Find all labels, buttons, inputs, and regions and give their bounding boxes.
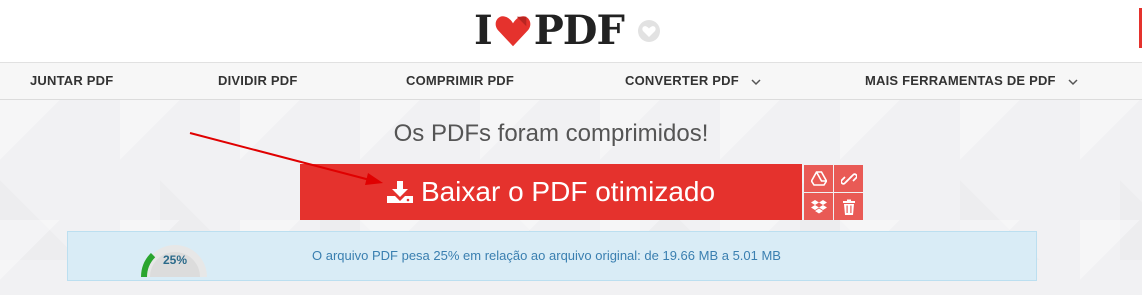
nav-item-label: DIVIDIR PDF <box>218 73 298 88</box>
google-drive-button[interactable] <box>804 165 833 192</box>
nav-item-label: COMPRIMIR PDF <box>406 73 515 88</box>
ilovepdf-logo[interactable]: I PDF <box>474 7 625 54</box>
logo-text-left: I <box>474 7 493 54</box>
download-icon <box>386 181 413 203</box>
dropbox-button[interactable] <box>804 193 833 220</box>
nav-item-juntar-pdf[interactable]: JUNTAR PDF <box>30 63 113 99</box>
download-button[interactable]: Baixar o PDF otimizado <box>300 164 802 220</box>
nav-item-label: JUNTAR PDF <box>30 73 114 88</box>
page-title: Os PDFs foram comprimidos! <box>393 120 709 147</box>
logo-text-right: PDF <box>533 7 625 54</box>
chevron-down-icon <box>1067 79 1078 85</box>
download-button-label: Baixar o PDF otimizado <box>420 176 716 207</box>
nav-item-converter-pdf[interactable]: CONVERTER PDF <box>625 63 761 99</box>
nav-item-label: CONVERTER PDF <box>625 73 739 88</box>
nav-item-dividir-pdf[interactable]: DIVIDIR PDF <box>218 63 297 99</box>
compression-message: O arquivo PDF pesa 25% em relação ao arq… <box>312 248 781 263</box>
trash-icon <box>842 199 855 215</box>
nav-item-label: MAIS FERRAMENTAS DE PDF <box>865 73 1056 88</box>
main-nav: JUNTAR PDF DIVIDIR PDF COMPRIMIR PDF CON… <box>0 62 1142 100</box>
share-link-button[interactable] <box>834 165 863 192</box>
google-drive-icon <box>810 170 827 186</box>
dropbox-icon <box>810 199 827 213</box>
delete-button[interactable] <box>834 193 863 220</box>
link-icon <box>840 172 857 185</box>
nav-item-mais-ferramentas[interactable]: MAIS FERRAMENTAS DE PDF <box>865 63 1078 99</box>
header: I PDF <box>0 0 1142 62</box>
heart-icon <box>495 16 531 47</box>
heart-globe-icon[interactable] <box>637 19 661 43</box>
nav-item-comprimir-pdf[interactable]: COMPRIMIR PDF <box>406 63 514 99</box>
chevron-down-icon <box>751 79 761 85</box>
compression-percent-label: 25% <box>162 253 188 267</box>
